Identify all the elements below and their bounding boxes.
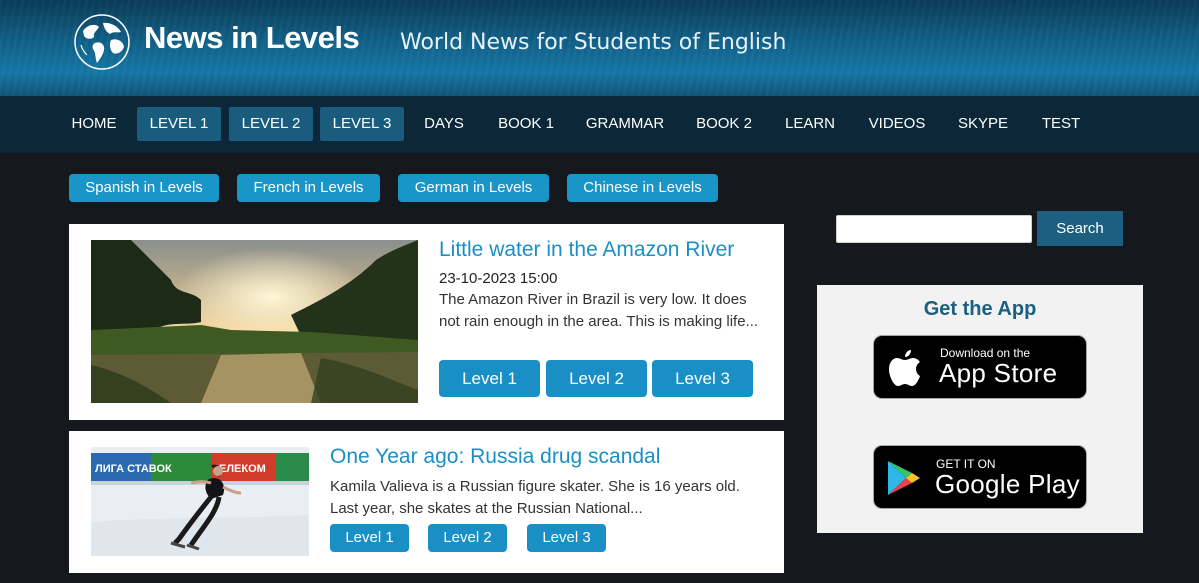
- nav-skype[interactable]: SKYPE: [950, 107, 1016, 141]
- level-3-button[interactable]: Level 3: [527, 524, 606, 552]
- nav-grammar[interactable]: GRAMMAR: [578, 107, 672, 141]
- level-2-button[interactable]: Level 2: [546, 360, 647, 397]
- level-1-button[interactable]: Level 1: [330, 524, 409, 552]
- apple-icon: [889, 350, 920, 386]
- google-play-badge[interactable]: GET IT ON Google Play: [873, 445, 1087, 509]
- get-the-app-title: Get the App: [923, 298, 1037, 320]
- search-button[interactable]: Search: [1037, 211, 1123, 246]
- site-header: News in Levels World News for Students o…: [0, 0, 1199, 96]
- level-1-button[interactable]: Level 1: [439, 360, 540, 397]
- search-input[interactable]: [836, 215, 1032, 243]
- globe-logo-icon[interactable]: [73, 13, 131, 71]
- site-title[interactable]: News in Levels: [144, 20, 360, 56]
- figure-skater-image[interactable]: ЛИГА СТАВОК ЕЛЕКОМ: [91, 447, 309, 556]
- chinese-in-levels-button[interactable]: Chinese in Levels: [567, 174, 718, 202]
- nav-level-2[interactable]: LEVEL 2: [229, 107, 313, 141]
- main-nav: HOME LEVEL 1 LEVEL 2 LEVEL 3 DAYS BOOK 1…: [0, 96, 1199, 153]
- german-in-levels-button[interactable]: German in Levels: [398, 174, 549, 202]
- app-store-big-text: App Store: [939, 358, 1058, 388]
- svg-text:ЛИГА СТАВОК: ЛИГА СТАВОК: [95, 463, 172, 475]
- nav-videos[interactable]: VIDEOS: [860, 107, 934, 141]
- level-2-button[interactable]: Level 2: [428, 524, 507, 552]
- nav-learn[interactable]: LEARN: [777, 107, 843, 141]
- article-card: Little water in the Amazon River 23-10-2…: [69, 224, 784, 420]
- article-date: 23-10-2023 15:00: [439, 270, 558, 287]
- svg-text:ЕЛЕКОМ: ЕЛЕКОМ: [219, 463, 266, 475]
- amazon-river-image[interactable]: [91, 240, 418, 403]
- article-excerpt: The Amazon River in Brazil is very low. …: [439, 291, 759, 330]
- article-title[interactable]: One Year ago: Russia drug scandal: [330, 445, 660, 469]
- french-in-levels-button[interactable]: French in Levels: [237, 174, 380, 202]
- nav-days[interactable]: DAYS: [415, 107, 473, 141]
- spanish-in-levels-button[interactable]: Spanish in Levels: [69, 174, 219, 202]
- google-play-big-text: Google Play: [935, 469, 1080, 499]
- nav-level-3[interactable]: LEVEL 3: [320, 107, 404, 141]
- site-tagline: World News for Students of English: [400, 30, 787, 55]
- article-excerpt: Kamila Valieva is a Russian figure skate…: [330, 478, 740, 517]
- nav-book-1[interactable]: BOOK 1: [490, 107, 562, 141]
- nav-home[interactable]: HOME: [62, 107, 126, 141]
- get-the-app-panel: Get the App Download on the App Store GE…: [817, 285, 1143, 533]
- app-store-badge[interactable]: Download on the App Store: [873, 335, 1087, 399]
- nav-level-1[interactable]: LEVEL 1: [137, 107, 221, 141]
- article-title[interactable]: Little water in the Amazon River: [439, 238, 734, 262]
- article-card: ЛИГА СТАВОК ЕЛЕКОМ One Year ago: Russia …: [69, 431, 784, 573]
- level-3-button[interactable]: Level 3: [652, 360, 753, 397]
- nav-book-2[interactable]: BOOK 2: [688, 107, 760, 141]
- nav-test[interactable]: TEST: [1032, 107, 1090, 141]
- google-play-icon: [888, 461, 920, 495]
